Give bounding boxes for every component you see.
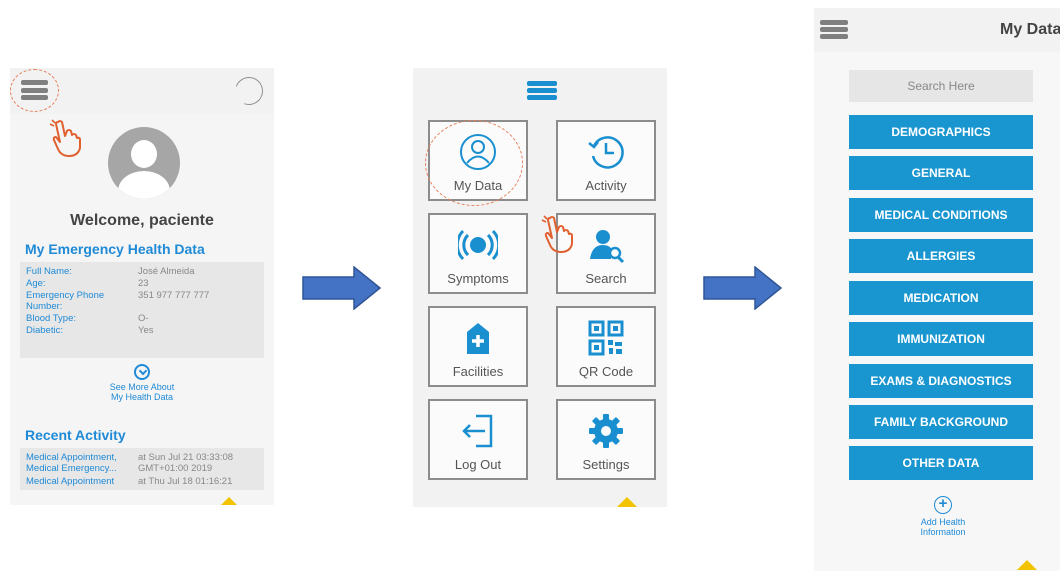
- tile-label: Activity: [585, 178, 627, 193]
- health-row: Blood Type: O-: [26, 313, 149, 324]
- home-screen: Welcome, paciente My Emergency Health Da…: [10, 68, 274, 505]
- health-data-heading: My Emergency Health Data: [25, 241, 205, 257]
- tile-log-out[interactable]: Log Out: [428, 399, 528, 480]
- tap-hand-icon: [541, 215, 573, 253]
- category-exams-diagnostics-button[interactable]: EXAMS & DIAGNOSTICS: [849, 364, 1033, 398]
- health-row: Age: 23: [26, 278, 149, 289]
- tile-label: Symptoms: [447, 271, 509, 286]
- chevron-down-icon: [134, 364, 150, 380]
- health-row: Emergency Phone Number: 351 977 777 777: [26, 290, 210, 312]
- search-input[interactable]: Search Here: [849, 70, 1033, 102]
- recent-activity-heading: Recent Activity: [25, 427, 126, 443]
- category-family-background-button[interactable]: FAMILY BACKGROUND: [849, 405, 1033, 439]
- loading-spinner-icon: [230, 72, 268, 110]
- user-search-icon: [590, 230, 625, 264]
- gear-icon: [589, 414, 623, 448]
- pulse-icon: [458, 229, 498, 261]
- tile-symptoms[interactable]: Symptoms: [428, 213, 528, 294]
- health-data-list: Full Name: José Almeida Age: 23 Emergency …: [20, 262, 264, 358]
- tile-label: QR Code: [578, 364, 634, 379]
- hospital-plus-icon: [467, 323, 489, 354]
- menu-screen: My Data Activity Symptoms Search Facilit…: [413, 68, 667, 507]
- clock-history-icon: [588, 136, 624, 169]
- activity-row[interactable]: Medical Appointment, Medical Emergency..…: [26, 452, 258, 474]
- warning-triangle-icon: [617, 497, 637, 507]
- see-more-button[interactable]: See More About My Health Data: [10, 364, 274, 402]
- category-medication-button[interactable]: MEDICATION: [849, 281, 1033, 315]
- tile-label: Log Out: [454, 457, 502, 472]
- tile-activity[interactable]: Activity: [556, 120, 656, 201]
- menu-icon[interactable]: [820, 20, 848, 39]
- page-title: My Data: [1000, 21, 1060, 38]
- tap-hand-icon: [49, 119, 81, 157]
- category-demographics-button[interactable]: DEMOGRAPHICS: [849, 115, 1033, 149]
- tap-highlight: [10, 69, 59, 112]
- health-row: Diabetic: Yes: [26, 325, 154, 336]
- tile-facilities[interactable]: Facilities: [428, 306, 528, 387]
- add-line1: Add Health: [920, 517, 966, 527]
- category-immunization-button[interactable]: IMMUNIZATION: [849, 322, 1033, 356]
- top-bar: [10, 68, 274, 114]
- tile-settings[interactable]: Settings: [556, 399, 656, 480]
- logout-icon: [462, 414, 493, 448]
- see-more-line2: My Health Data: [110, 392, 174, 402]
- qr-code-icon: [588, 320, 624, 356]
- tile-label: Facilities: [452, 364, 504, 379]
- category-general-button[interactable]: GENERAL: [849, 156, 1033, 190]
- welcome-text: Welcome, paciente: [70, 212, 214, 229]
- category-allergies-button[interactable]: ALLERGIES: [849, 239, 1033, 273]
- tap-highlight: [425, 120, 523, 206]
- tile-qr-code[interactable]: QR Code: [556, 306, 656, 387]
- warning-triangle-icon: [1017, 560, 1037, 570]
- plus-circle-icon: +: [934, 496, 952, 514]
- arrow-right-icon: [703, 266, 783, 310]
- add-line2: Information: [920, 527, 966, 537]
- warning-triangle-icon: [219, 497, 239, 505]
- my-data-screen: My Data Search Here DEMOGRAPHICS GENERAL…: [814, 8, 1060, 571]
- see-more-line1: See More About: [109, 382, 175, 392]
- arrow-right-icon: [302, 266, 382, 310]
- tile-label: Settings: [582, 457, 630, 472]
- avatar: [108, 127, 180, 199]
- menu-icon[interactable]: [527, 81, 557, 100]
- tile-label: Search: [585, 271, 627, 286]
- health-row: Full Name: José Almeida: [26, 266, 195, 277]
- add-health-information-button[interactable]: + Add Health Information: [894, 496, 992, 537]
- activity-list: Medical Appointment, Medical Emergency..…: [20, 448, 264, 490]
- activity-row[interactable]: Medical Appointment at Thu Jul 18 01:16:2…: [26, 476, 258, 487]
- category-medical-conditions-button[interactable]: MEDICAL CONDITIONS: [849, 198, 1033, 232]
- category-other-data-button[interactable]: OTHER DATA: [849, 446, 1033, 480]
